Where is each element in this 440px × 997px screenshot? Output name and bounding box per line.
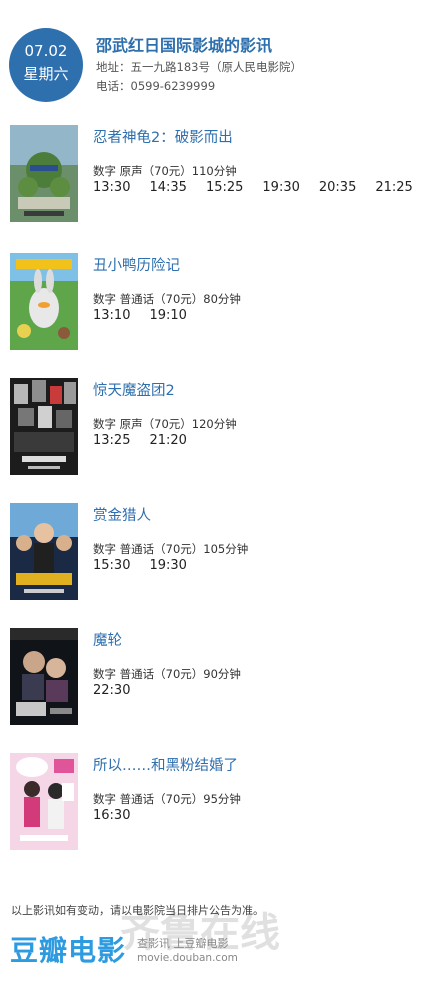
showtime[interactable]: 13:10 (93, 308, 130, 323)
movie-title[interactable]: 惊天魔盗团2 (93, 379, 175, 400)
showtime[interactable]: 15:25 (206, 180, 243, 195)
movie-item: 魔轮 数字 普通话（70元）90分钟 22:30 (0, 628, 440, 728)
showtime[interactable]: 19:30 (149, 558, 186, 573)
movie-info: 数字 原声（70元）110分钟 (93, 164, 237, 178)
weekday-text: 星期六 (23, 65, 69, 83)
movie-item: 丑小鸭历险记 数字 普通话（70元）80分钟 13:10 19:10 (0, 253, 440, 353)
showtimes: 16:30 (93, 808, 130, 823)
movie-title[interactable]: 所以……和黑粉结婚了 (93, 754, 238, 775)
movie-item: 赏金猎人 数字 普通话（70元）105分钟 15:30 19:30 (0, 503, 440, 603)
movie-title[interactable]: 丑小鸭历险记 (93, 254, 180, 275)
movie-info: 数字 普通话（70元）80分钟 (93, 292, 241, 306)
movie-info: 数字 原声（70元）120分钟 (93, 417, 237, 431)
date-badge: 07.02 星期六 (9, 28, 83, 102)
douban-movie-logo[interactable]: 豆瓣电影 (10, 929, 126, 969)
cinema-title[interactable]: 邵武红日国际影城的影讯 (96, 32, 272, 56)
date-text: 07.02 (24, 42, 68, 60)
showtimes: 13:25 21:20 (93, 433, 187, 448)
ninja-turtles-poster-icon[interactable] (10, 125, 78, 222)
showtime[interactable]: 22:30 (93, 683, 130, 698)
cinema-phone[interactable]: 电话：0599-6239999 (96, 78, 215, 94)
showtimes: 13:30 14:35 15:25 19:30 20:35 21:25 (93, 180, 413, 195)
movie-info: 数字 普通话（70元）90分钟 (93, 667, 241, 681)
mo-lun-poster-icon[interactable] (10, 628, 78, 725)
movie-item: 忍者神龟2：破影而出 数字 原声（70元）110分钟 13:30 14:35 15:… (0, 125, 440, 225)
cinema-address: 地址：五一九路183号（原人民电影院） (96, 60, 302, 74)
movie-title[interactable]: 忍者神龟2：破影而出 (93, 126, 233, 147)
movie-title[interactable]: 魔轮 (93, 629, 122, 650)
showtime[interactable]: 16:30 (93, 808, 130, 823)
bounty-hunters-poster-icon[interactable] (10, 503, 78, 600)
cinema-header: 07.02 星期六 邵武红日国际影城的影讯 地址：五一九路183号（原人民电影院… (0, 0, 440, 110)
logo-url[interactable]: movie.douban.com (137, 952, 238, 964)
showtime[interactable]: 13:25 (93, 433, 130, 448)
showtime[interactable]: 15:30 (93, 558, 130, 573)
showtime[interactable]: 21:20 (149, 433, 186, 448)
showtime[interactable]: 20:35 (319, 180, 356, 195)
showtime[interactable]: 19:30 (262, 180, 299, 195)
showtime[interactable]: 13:30 (93, 180, 130, 195)
married-to-anti-fan-poster-icon[interactable] (10, 753, 78, 850)
movie-item: 所以……和黑粉结婚了 数字 普通话（70元）95分钟 16:30 (0, 753, 440, 853)
logo-tagline: 查影讯 上豆瓣电影 (137, 937, 229, 950)
showtime[interactable]: 21:25 (375, 180, 412, 195)
movie-info: 数字 普通话（70元）95分钟 (93, 792, 241, 806)
showtime[interactable]: 14:35 (149, 180, 186, 195)
showtimes: 15:30 19:30 (93, 558, 187, 573)
movie-title[interactable]: 赏金猎人 (93, 504, 151, 525)
showtimes: 13:10 19:10 (93, 308, 187, 323)
movie-info: 数字 普通话（70元）105分钟 (93, 542, 249, 556)
ugly-duckling-poster-icon[interactable] (10, 253, 78, 350)
movie-item: 惊天魔盗团2 数字 原声（70元）120分钟 13:25 21:20 (0, 378, 440, 478)
showtimes: 22:30 (93, 683, 130, 698)
now-you-see-me-poster-icon[interactable] (10, 378, 78, 475)
showtime[interactable]: 19:10 (149, 308, 186, 323)
